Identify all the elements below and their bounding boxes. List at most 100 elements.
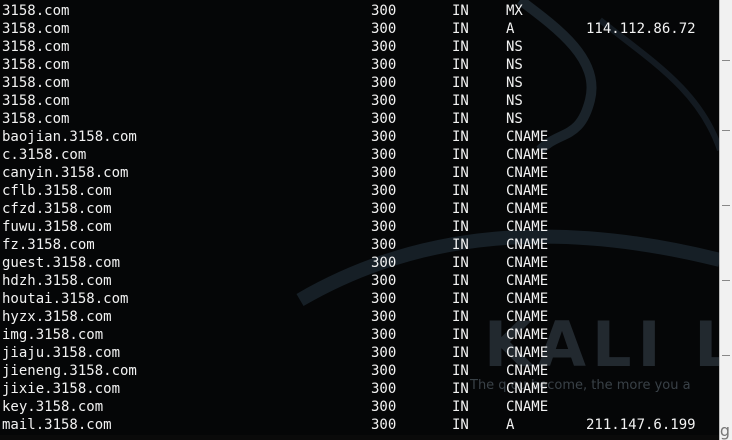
record-ttl: 300 — [371, 309, 397, 325]
dns-record-row: key.3158.com 300 IN CNAME — [0, 398, 720, 416]
record-class: IN — [452, 291, 469, 307]
dns-record-row: 3158.com 300 IN NS — [0, 56, 720, 74]
record-class: IN — [452, 183, 469, 199]
dns-record-row: houtai.3158.com 300 IN CNAME — [0, 290, 720, 308]
record-name: fuwu.3158.com — [2, 219, 112, 235]
record-name: hyzx.3158.com — [2, 309, 112, 325]
record-class: IN — [452, 93, 469, 109]
dns-record-row: c.3158.com 300 IN CNAME — [0, 146, 720, 164]
record-ttl: 300 — [371, 183, 397, 199]
record-ttl: 300 — [371, 327, 397, 343]
record-name: 3158.com — [2, 21, 70, 37]
record-type: NS — [506, 75, 523, 91]
record-name: hdzh.3158.com — [2, 273, 112, 289]
record-name: 3158.com — [2, 3, 70, 19]
record-type: CNAME — [506, 363, 549, 379]
record-ttl: 300 — [371, 345, 397, 361]
record-class: IN — [452, 147, 469, 163]
record-type: CNAME — [506, 381, 549, 397]
dns-record-row: 3158.com 300 IN NS — [0, 92, 720, 110]
record-name: canyin.3158.com — [2, 165, 129, 181]
record-class: IN — [452, 345, 469, 361]
dns-record-row: 3158.com 300 IN MX — [0, 2, 720, 20]
record-ttl: 300 — [371, 75, 397, 91]
record-ttl: 300 — [371, 255, 397, 271]
record-ttl: 300 — [371, 57, 397, 73]
dns-record-list: 3158.com 300 IN MX 3158.com 300 IN A 114.112.86.… — [0, 2, 720, 434]
record-type: CNAME — [506, 147, 549, 163]
record-type: NS — [506, 39, 523, 55]
record-type: CNAME — [506, 327, 549, 343]
record-class: IN — [452, 255, 469, 271]
record-ttl: 300 — [371, 417, 397, 433]
record-class: IN — [452, 111, 469, 127]
record-data: 114.112.86.72 — [586, 21, 696, 37]
record-name: 3158.com — [2, 39, 70, 55]
dns-record-row: img.3158.com 300 IN CNAME — [0, 326, 720, 344]
record-ttl: 300 — [371, 21, 397, 37]
record-name: cfzd.3158.com — [2, 201, 112, 217]
record-name: 3158.com — [2, 111, 70, 127]
dns-record-row: mail.3158.com 300 IN A 211.147.6.199 — [0, 416, 720, 434]
panel-mark — [722, 60, 730, 61]
record-type: CNAME — [506, 345, 549, 361]
tray-glyph: g — [719, 421, 730, 440]
record-name: guest.3158.com — [2, 255, 121, 271]
panel-mark — [722, 130, 730, 131]
record-name: mail.3158.com — [2, 417, 112, 433]
record-type: CNAME — [506, 219, 549, 235]
dns-record-row: jiaju.3158.com 300 IN CNAME — [0, 344, 720, 362]
record-type: CNAME — [506, 201, 549, 217]
record-ttl: 300 — [371, 363, 397, 379]
record-ttl: 300 — [371, 39, 397, 55]
dns-record-row: guest.3158.com 300 IN CNAME — [0, 254, 720, 272]
dns-record-row: cflb.3158.com 300 IN CNAME — [0, 182, 720, 200]
record-class: IN — [452, 75, 469, 91]
dns-record-row: hyzx.3158.com 300 IN CNAME — [0, 308, 720, 326]
record-class: IN — [452, 219, 469, 235]
record-class: IN — [452, 201, 469, 217]
dns-record-row: 3158.com 300 IN NS — [0, 110, 720, 128]
record-data: 211.147.6.199 — [586, 417, 696, 433]
record-name: key.3158.com — [2, 399, 104, 415]
record-ttl: 300 — [371, 291, 397, 307]
dns-record-row: hdzh.3158.com 300 IN CNAME — [0, 272, 720, 290]
record-name: 3158.com — [2, 57, 70, 73]
dns-record-row: canyin.3158.com 300 IN CNAME — [0, 164, 720, 182]
terminal-window[interactable]: KALI LINU The q ou become, the more you … — [0, 0, 720, 440]
record-type: CNAME — [506, 129, 549, 145]
record-ttl: 300 — [371, 219, 397, 235]
record-class: IN — [452, 21, 469, 37]
record-class: IN — [452, 381, 469, 397]
terminal-bottom-edge — [0, 435, 720, 440]
record-type: MX — [506, 3, 523, 19]
dns-record-row: 3158.com 300 IN NS — [0, 74, 720, 92]
record-class: IN — [452, 165, 469, 181]
dns-record-row: jixie.3158.com 300 IN CNAME — [0, 380, 720, 398]
record-class: IN — [452, 273, 469, 289]
panel-mark — [722, 355, 730, 356]
record-class: IN — [452, 3, 469, 19]
record-class: IN — [452, 57, 469, 73]
record-class: IN — [452, 39, 469, 55]
dns-record-row: fuwu.3158.com 300 IN CNAME — [0, 218, 720, 236]
record-type: CNAME — [506, 273, 549, 289]
record-type: CNAME — [506, 165, 549, 181]
record-ttl: 300 — [371, 399, 397, 415]
record-name: cflb.3158.com — [2, 183, 112, 199]
record-name: 3158.com — [2, 75, 70, 91]
record-ttl: 300 — [371, 3, 397, 19]
record-name: img.3158.com — [2, 327, 104, 343]
record-name: baojian.3158.com — [2, 129, 137, 145]
dns-record-row: jieneng.3158.com 300 IN CNAME — [0, 362, 720, 380]
record-name: houtai.3158.com — [2, 291, 129, 307]
record-ttl: 300 — [371, 237, 397, 253]
record-name: fz.3158.com — [2, 237, 95, 253]
dns-record-row: cfzd.3158.com 300 IN CNAME — [0, 200, 720, 218]
dns-record-row: fz.3158.com 300 IN CNAME — [0, 236, 720, 254]
desktop-side-panel — [719, 0, 732, 440]
record-type: A — [506, 417, 515, 433]
record-name: c.3158.com — [2, 147, 87, 163]
record-ttl: 300 — [371, 93, 397, 109]
record-class: IN — [452, 363, 469, 379]
